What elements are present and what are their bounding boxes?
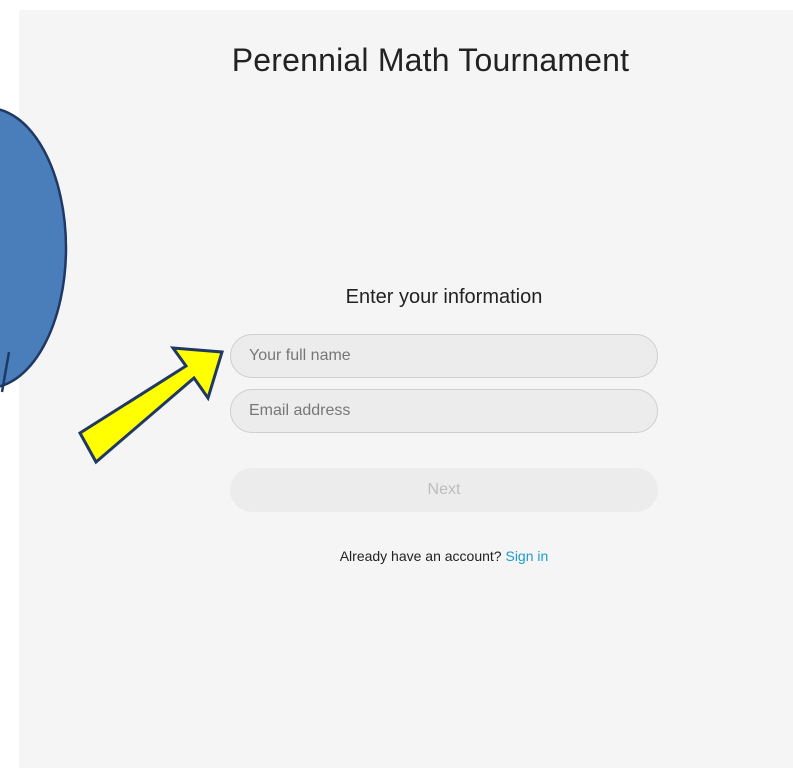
callout-tail-line xyxy=(0,351,11,393)
page-title: Perennial Math Tournament xyxy=(231,42,630,78)
signin-link[interactable]: Sign in xyxy=(505,548,548,564)
full-name-input[interactable] xyxy=(230,334,658,378)
signin-prompt: Already have an account? xyxy=(339,548,502,564)
signin-row: Already have an account? Sign in xyxy=(230,548,658,564)
form-heading: Enter your information xyxy=(345,286,543,308)
next-button[interactable]: Next xyxy=(230,468,658,512)
page: Perennial Math Tournament Enter your inf… xyxy=(0,0,793,768)
email-input[interactable] xyxy=(230,389,658,433)
